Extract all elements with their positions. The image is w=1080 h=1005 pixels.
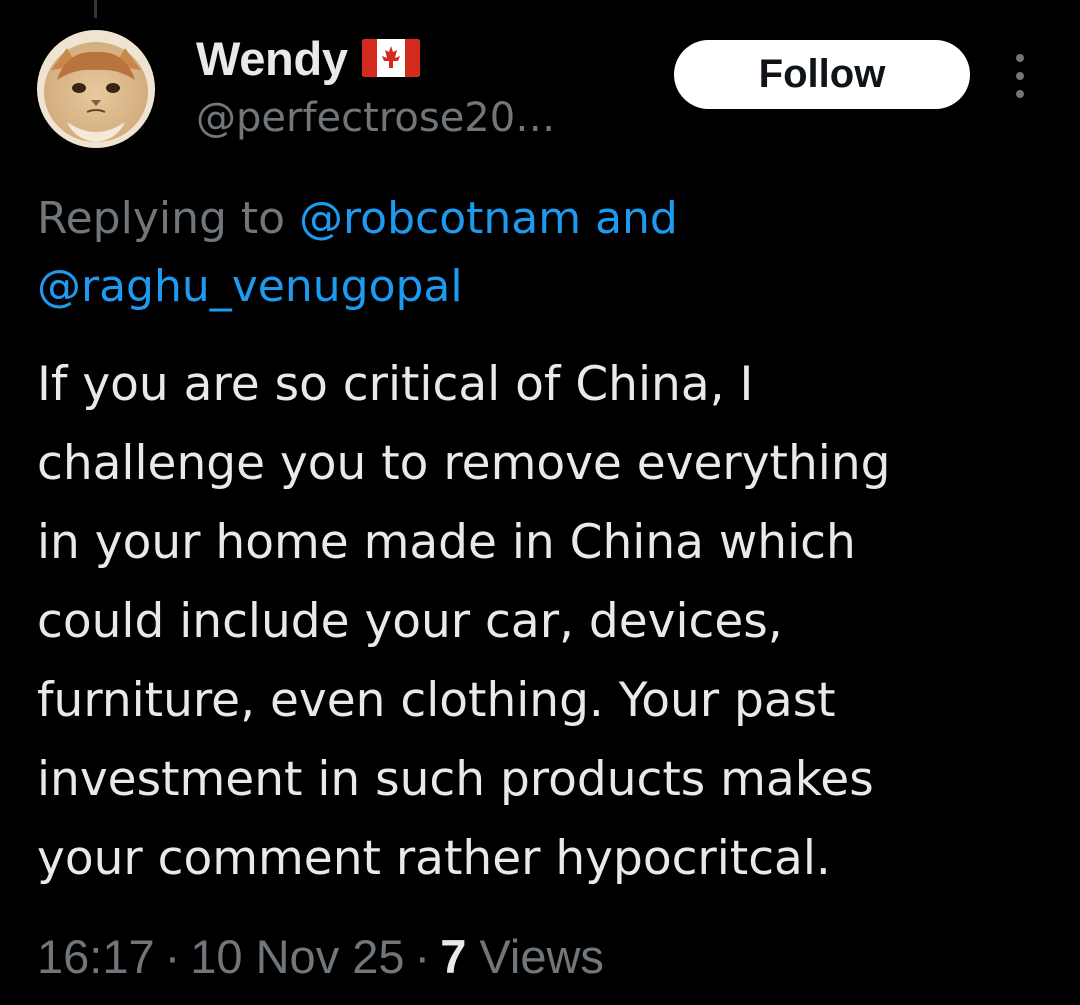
views-label: Views [479,930,604,983]
more-dot [1016,54,1024,62]
tweet-text-line: If you are so critical of China, I [37,357,754,412]
display-name[interactable]: Wendy [196,31,348,86]
tweet-text-line: could include your car, devices, [37,594,783,649]
author-name-row[interactable]: Wendy [196,30,420,86]
more-vertical-icon[interactable] [1005,54,1035,98]
tweet-text-line: challenge you to remove everything [37,436,891,491]
more-dot [1016,90,1024,98]
tweet-text: If you are so critical of China, I chall… [37,345,1057,898]
tweet-text-line: in your home made in China which [37,515,856,570]
reply-conjunction: and [581,193,678,244]
avatar[interactable] [37,30,155,148]
tweet-meta: 16:17 · 10 Nov 25 · 7 Views [37,922,604,992]
tweet-text-line: furniture, even clothing. Your past [37,673,836,728]
mention-link[interactable]: @robcotnam [299,193,581,244]
tweet-time[interactable]: 16:17 [37,930,155,983]
meta-separator: · [164,930,181,983]
mention-link[interactable]: @raghu_venugopal [37,261,463,312]
cat-avatar-icon [37,30,155,148]
reply-prefix: Replying to [37,193,300,244]
tweet-date[interactable]: 10 Nov 25 [190,930,404,983]
author-handle[interactable]: @perfectrose20… [196,95,555,141]
tweet-text-line: investment in such products makes [37,752,874,807]
thread-connector-line [94,0,97,18]
meta-separator: · [414,930,431,983]
tweet-text-line: your comment rather hypocritcal. [37,831,831,886]
follow-button[interactable]: Follow [674,40,970,109]
views-count[interactable]: 7 [440,930,466,983]
more-dot [1016,72,1024,80]
reply-context: Replying to @robcotnam and @raghu_venugo… [37,185,1047,321]
canada-flag-icon [361,39,420,77]
